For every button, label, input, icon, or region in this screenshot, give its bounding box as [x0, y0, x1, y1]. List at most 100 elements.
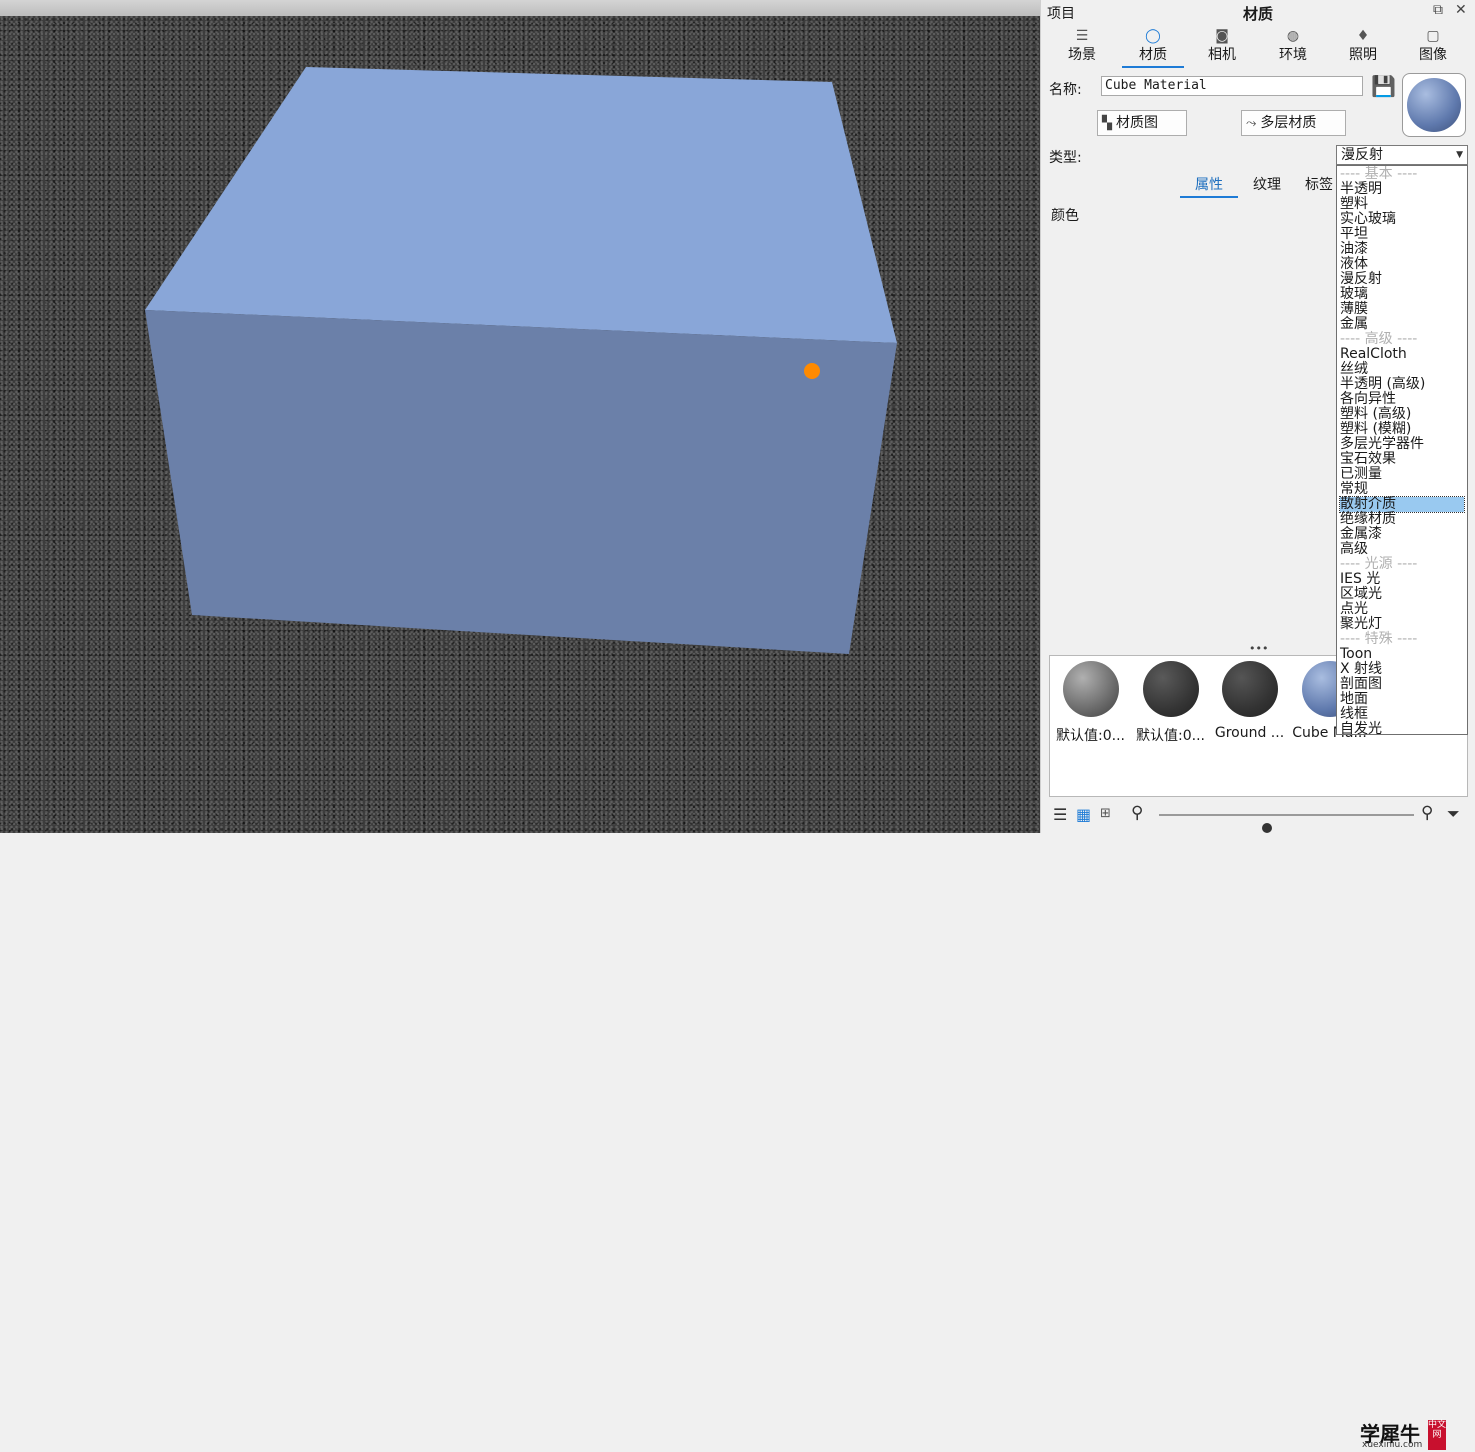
graph-icon: ▚ — [1102, 116, 1112, 131]
dropdown-option[interactable]: IES 光 — [1340, 572, 1464, 587]
dropdown-option[interactable]: 丝绒 — [1340, 362, 1464, 377]
cube-top-face[interactable] — [145, 67, 897, 343]
swatch-ground[interactable]: Ground ... — [1212, 661, 1287, 741]
save-material-icon[interactable]: 💾 — [1371, 76, 1396, 98]
lighting-icon: ♦ — [1356, 28, 1370, 44]
material-graph-button[interactable]: ▚ 材质图 — [1097, 110, 1187, 136]
tab-label: 环境 — [1279, 47, 1307, 63]
scene-icon: ☰ — [1075, 28, 1089, 44]
swatch-sphere — [1221, 661, 1278, 717]
selection-marker[interactable] — [804, 363, 820, 379]
chevron-down-icon: ▼ — [1456, 150, 1463, 160]
material-icon: ◯ — [1145, 28, 1161, 44]
branch-icon: ⤳ — [1246, 116, 1257, 131]
selected-type: 漫反射 — [1341, 147, 1383, 163]
dropdown-option[interactable]: 塑料 (高级) — [1340, 407, 1464, 422]
environment-icon: ◍ — [1286, 28, 1300, 44]
render-viewport[interactable] — [0, 0, 1040, 833]
dropdown-option[interactable]: X 射线 — [1340, 662, 1464, 677]
dropdown-option[interactable]: 薄膜 — [1340, 302, 1464, 317]
swatch-default-2[interactable]: 默认值:0... — [1133, 661, 1208, 745]
dropdown-option[interactable]: 玻璃 — [1340, 287, 1464, 302]
subtab-labels[interactable]: 标签 — [1299, 174, 1339, 196]
dropdown-option[interactable]: 点光 — [1340, 602, 1464, 617]
tab-camera[interactable]: ◙ 相机 — [1191, 28, 1253, 66]
dropdown-group-header: ---- 高级 ---- — [1340, 331, 1418, 347]
dropdown-option[interactable]: RealCloth — [1340, 347, 1464, 362]
watermark-url: xuexiniu.com — [1362, 1440, 1423, 1450]
dropdown-option[interactable]: 半透明 — [1340, 182, 1464, 197]
dropdown-group-header: ---- 光源 ---- — [1340, 556, 1418, 572]
subtab-textures[interactable]: 纹理 — [1238, 174, 1296, 196]
tab-environment[interactable]: ◍ 环境 — [1262, 28, 1324, 66]
tab-material[interactable]: ◯ 材质 — [1122, 28, 1184, 68]
dropdown-option[interactable]: 绝缘材质 — [1340, 512, 1464, 527]
filter-icon[interactable]: ⏷ — [1447, 804, 1460, 824]
dropdown-option[interactable]: 实心玻璃 — [1340, 212, 1464, 227]
button-label: 多层材质 — [1260, 115, 1317, 131]
zoom-slider[interactable] — [1159, 814, 1414, 833]
more-dots[interactable]: ••• — [1249, 642, 1268, 655]
dropdown-option[interactable]: 高级 — [1340, 542, 1464, 557]
dropdown-option[interactable]: 塑料 (模糊) — [1340, 422, 1464, 437]
dropdown-option[interactable]: 聚光灯 — [1340, 617, 1464, 632]
tab-label: 照明 — [1349, 47, 1377, 63]
dropdown-option[interactable]: 平坦 — [1340, 227, 1464, 242]
dropdown-option[interactable]: 塑料 — [1340, 197, 1464, 212]
close-icon[interactable]: ✕ — [1455, 2, 1467, 18]
swatch-label: 默认值:0... — [1056, 728, 1125, 744]
tree-view-icon[interactable]: ⊞ — [1100, 806, 1111, 821]
watermark-logo: 学犀牛 中文网 xuexiniu.com — [1354, 1418, 1446, 1452]
dropdown-option[interactable]: 区域光 — [1340, 587, 1464, 602]
name-label: 名称: — [1049, 82, 1082, 98]
tab-label: 场景 — [1068, 47, 1096, 63]
material-name-field[interactable]: Cube Material — [1101, 76, 1363, 96]
dropdown-option[interactable]: 漫反射 — [1340, 272, 1464, 287]
dropdown-option[interactable]: Toon — [1340, 647, 1464, 662]
dropdown-group-header: ---- 特殊 ---- — [1340, 631, 1418, 647]
tab-scene[interactable]: ☰ 场景 — [1051, 28, 1113, 66]
dropdown-option[interactable]: 液体 — [1340, 257, 1464, 272]
multilayer-material-button[interactable]: ⤳ 多层材质 — [1241, 110, 1346, 136]
dropdown-option[interactable]: 多层光学器件 — [1340, 437, 1464, 452]
dropdown-option[interactable]: 剖面图 — [1340, 677, 1464, 692]
swatch-label: 默认值:0... — [1136, 728, 1205, 744]
grid-view-icon[interactable]: ▦ — [1076, 805, 1091, 824]
project-label: 项目 — [1047, 6, 1075, 22]
dropdown-option[interactable]: 常规 — [1340, 482, 1464, 497]
dropdown-option[interactable]: 各向异性 — [1340, 392, 1464, 407]
swatch-label: Ground ... — [1214, 725, 1285, 741]
restore-window-icon[interactable]: ⧉ — [1433, 2, 1443, 18]
dropdown-option[interactable]: 已测量 — [1340, 467, 1464, 482]
dropdown-option[interactable]: 散射介质 — [1339, 496, 1465, 513]
dropdown-option[interactable]: 金属 — [1340, 317, 1464, 332]
material-preview[interactable] — [1402, 73, 1466, 137]
dropdown-option[interactable]: 宝石效果 — [1340, 452, 1464, 467]
swatch-default-1[interactable]: 默认值:0... — [1053, 661, 1128, 745]
zoom-out-icon[interactable]: ⚲ — [1131, 803, 1143, 823]
material-type-dropdown[interactable]: ---- 基本 ---- 半透明 塑料 实心玻璃 平坦 油漆 液体 漫反射 玻璃 薄膜 金属 ----… — [1336, 165, 1468, 735]
zoom-in-icon[interactable]: ⚲ — [1421, 803, 1433, 823]
tab-lighting[interactable]: ♦ 照明 — [1332, 28, 1394, 66]
tab-label: 材质 — [1139, 47, 1167, 63]
subtab-properties[interactable]: 属性 — [1180, 174, 1238, 198]
cube-front-face[interactable] — [145, 310, 897, 654]
type-label: 类型: — [1049, 150, 1082, 166]
dropdown-option[interactable]: 线框 — [1340, 707, 1464, 722]
camera-icon: ◙ — [1215, 28, 1229, 44]
list-view-icon[interactable]: ☰ — [1053, 805, 1067, 824]
dropdown-option[interactable]: 半透明 (高级) — [1340, 377, 1464, 392]
swatch-sphere — [1142, 661, 1199, 717]
dropdown-option[interactable]: 地面 — [1340, 692, 1464, 707]
tab-image[interactable]: ▢ 图像 — [1402, 28, 1464, 66]
swatch-sphere — [1062, 661, 1119, 717]
library-toolbar: ☰ ▦ ⊞ ⚲ ⚲ ⏷ — [1041, 800, 1475, 833]
color-label: 颜色 — [1051, 208, 1079, 224]
material-panel: 项目 材质 ⧉ ✕ ☰ 场景 ◯ 材质 ◙ 相机 ◍ 环境 ♦ 照明 ▢ 图像 … — [1040, 0, 1475, 1450]
dropdown-option[interactable]: 自发光 — [1340, 722, 1464, 735]
zoom-slider-knob[interactable] — [1261, 823, 1272, 833]
scene-canvas[interactable] — [0, 0, 1040, 833]
dropdown-option[interactable]: 油漆 — [1340, 242, 1464, 257]
dropdown-option[interactable]: 金属漆 — [1340, 527, 1464, 542]
material-type-select[interactable]: 漫反射 ▼ — [1336, 145, 1468, 165]
